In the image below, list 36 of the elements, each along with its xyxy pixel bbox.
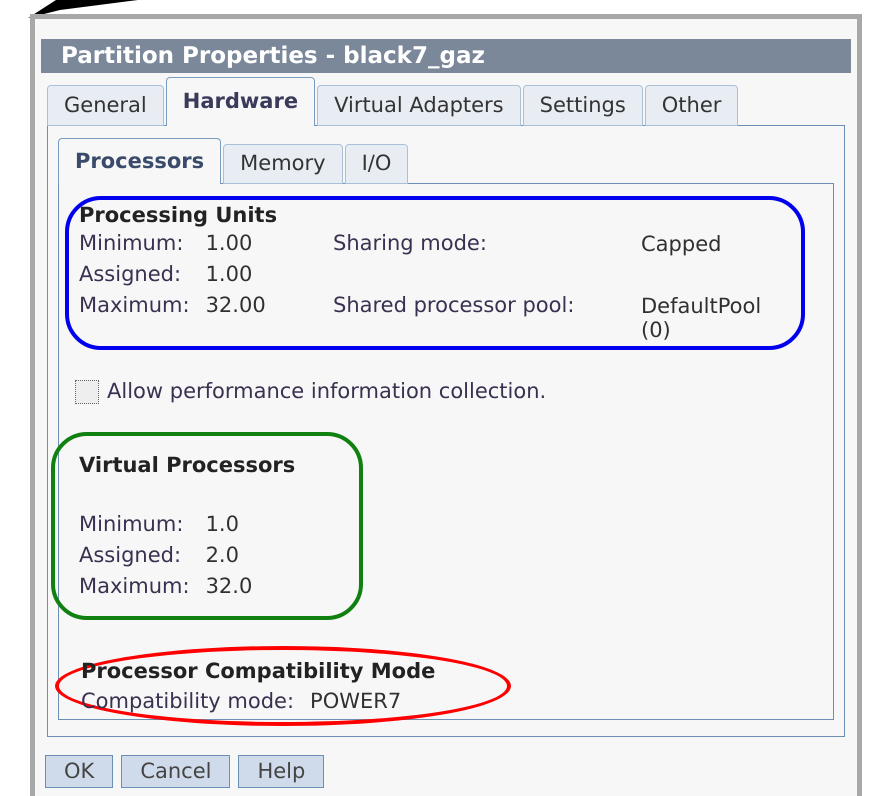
tab[interactable]: Memory: [223, 144, 343, 184]
field-label: Shared processor pool:: [333, 292, 576, 319]
field-label: Sharing mode:: [333, 230, 488, 257]
field-label: Maximum:: [79, 572, 190, 600]
field-value: 1.00: [206, 230, 254, 257]
field-value: 32.0: [206, 572, 252, 600]
field-value: DefaultPool (0): [641, 293, 762, 342]
field-label: Maximum:: [79, 292, 190, 319]
checkbox[interactable]: [75, 380, 99, 404]
field-value: Capped: [641, 231, 722, 258]
dialog-button[interactable]: OK: [45, 755, 114, 788]
field-value: POWER7: [310, 688, 402, 714]
tab[interactable]: Virtual Adapters: [317, 85, 521, 126]
section-title: Processor Compatibility Mode: [81, 658, 436, 684]
tab[interactable]: General: [47, 85, 164, 126]
dialog-button[interactable]: Cancel: [121, 755, 230, 788]
tab[interactable]: Processors: [58, 138, 222, 184]
section-title: Processing Units: [79, 202, 278, 228]
field-label: Minimum:: [79, 230, 184, 257]
tab[interactable]: Hardware: [166, 77, 316, 126]
field-value: 32.00: [206, 292, 266, 319]
field-label: Minimum:: [79, 510, 184, 538]
field-value: 2.0: [206, 542, 240, 568]
field-label: Assigned:: [79, 542, 182, 568]
field-value: 1.00: [206, 261, 254, 288]
tab[interactable]: I/O: [344, 144, 408, 184]
checkbox-label: Allow performance information collection.: [107, 378, 546, 405]
window-title: Partition Properties - black7_gaz: [41, 39, 851, 73]
field-value: 1.0: [206, 510, 240, 538]
tab[interactable]: Other: [644, 85, 738, 126]
field-label: Assigned:: [79, 261, 182, 288]
tab[interactable]: Settings: [522, 85, 643, 126]
section-title: Virtual Processors: [79, 452, 296, 478]
dialog-button[interactable]: Help: [238, 755, 324, 788]
field-label: Compatibility mode:: [81, 688, 294, 714]
pointer-arrow-icon: [28, 0, 138, 20]
